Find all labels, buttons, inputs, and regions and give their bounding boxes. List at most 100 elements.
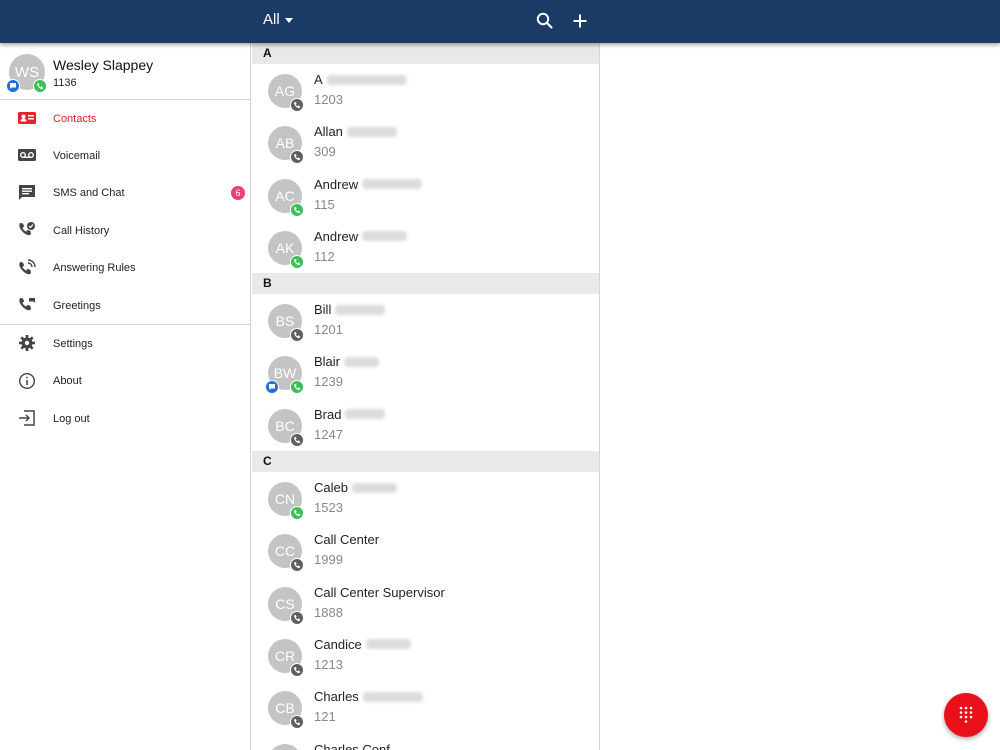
contact-first-name: Bill (314, 302, 332, 318)
redacted-surname (362, 691, 423, 702)
phone-icon (290, 150, 304, 165)
gear-icon (19, 335, 35, 352)
nav-label: Voicemail (53, 150, 101, 163)
contact-first-name: Call Center Supervisor (314, 584, 445, 600)
nav-settings[interactable]: Settings (0, 325, 250, 362)
redacted-surname (362, 231, 408, 242)
contact-name: Blair (314, 354, 380, 370)
contact-first-name: Candice (314, 636, 362, 652)
contact-row[interactable]: BC Brad 1247 (252, 399, 599, 451)
user-name: Wesley Slappey (53, 57, 154, 73)
avatar-initials: AK (275, 239, 295, 256)
sidebar: WS Wesley Slappey 1136 Contacts Voicemai… (0, 43, 251, 750)
contact-row[interactable]: AB Allan 309 (252, 116, 599, 168)
phone-icon (290, 506, 304, 521)
dialpad-button[interactable] (944, 693, 988, 737)
contact-list[interactable]: A AG A 1203 AB Allan 309 AC Andrew 115 AK Andrew 112… (252, 43, 600, 750)
nav-label: About (53, 375, 82, 388)
nav-log-out[interactable]: Log out (0, 400, 250, 437)
section-header: B (252, 273, 599, 295)
message-icon (19, 184, 35, 200)
chat-icon (6, 79, 20, 93)
filter-dropdown[interactable]: All (263, 11, 293, 28)
contact-row[interactable]: CR Candice 1213 (252, 629, 599, 681)
nav-label: Contacts (53, 112, 97, 125)
unread-count-badge: 6 (231, 186, 245, 201)
section-header: A (252, 43, 599, 64)
nav-voicemail[interactable]: Voicemail (0, 137, 250, 174)
phone-icon (290, 380, 304, 395)
avatar-initials: CC (274, 543, 296, 560)
user-extension: 1136 (53, 77, 77, 89)
contact-row[interactable]: AG A 1203 (252, 64, 599, 116)
contact-first-name: Allan (314, 124, 343, 140)
phone-icon (290, 558, 304, 573)
contact-row[interactable]: CB Charles 121 (252, 681, 599, 733)
avatar (268, 743, 302, 750)
nav-label: SMS and Chat (53, 187, 125, 200)
avatar-initials: AG (274, 83, 296, 99)
nav-greetings[interactable]: Greetings (0, 287, 250, 324)
redacted-surname (335, 304, 386, 315)
contact-first-name: A (314, 72, 323, 87)
phone-icon (290, 715, 304, 730)
contact-name: Brad (314, 406, 386, 422)
avatar-initials: BW (273, 365, 297, 382)
phone-icon (290, 432, 304, 447)
contact-row[interactable]: AC Andrew 115 (252, 169, 599, 221)
contact-first-name: Andrew (314, 176, 359, 192)
contact-extension: 1247 (314, 426, 343, 442)
contact-first-name: Call Center (314, 532, 380, 548)
top-app-bar: All (0, 0, 1000, 43)
avatar-initials: CS (275, 595, 295, 612)
contact-row[interactable]: CN Caleb 1523 (252, 472, 599, 524)
contact-name: Allan (314, 124, 397, 139)
contact-first-name: Brad (314, 406, 342, 422)
dialpad-icon (959, 706, 973, 723)
redacted-surname (365, 639, 411, 650)
nav-call-history[interactable]: Call History (0, 212, 250, 249)
contact-row[interactable]: CS Call Center Supervisor 1888 (252, 577, 599, 629)
contact-first-name: Blair (314, 354, 341, 370)
contact-row[interactable]: Charles Conf (252, 734, 599, 750)
avatar-initials: AB (275, 135, 295, 152)
redacted-surname (346, 126, 397, 137)
nav-answering-rules[interactable]: Answering Rules (0, 250, 250, 287)
contact-name: A (314, 72, 407, 87)
contact-name: Caleb (314, 480, 397, 495)
contact-row[interactable]: BS Bill 1201 (252, 294, 599, 346)
contact-row[interactable]: CC Call Center 1999 (252, 524, 599, 576)
nav-about[interactable]: About (0, 363, 250, 400)
plus-icon[interactable] (570, 11, 590, 31)
info-icon (18, 372, 36, 389)
contacts-icon (18, 112, 36, 124)
contact-extension: 1239 (314, 374, 343, 390)
contact-extension: 121 (314, 709, 336, 725)
contact-row[interactable]: BW Blair 1239 (252, 346, 599, 398)
nav-sms-and-chat[interactable]: SMS and Chat 6 (0, 175, 250, 212)
contact-row[interactable]: AK Andrew 112 (252, 221, 599, 273)
contact-first-name: Charles Conf (314, 741, 390, 750)
nav-contacts[interactable]: Contacts (0, 100, 250, 137)
redacted-surname (351, 482, 397, 493)
phone-icon (33, 79, 47, 93)
contact-name: Andrew (314, 176, 423, 192)
nav-label: Call History (53, 224, 110, 237)
section-header: C (252, 451, 599, 473)
phone-icon (290, 662, 304, 677)
user-profile[interactable]: WS Wesley Slappey 1136 (0, 43, 250, 100)
contact-name: Call Center Supervisor (314, 585, 445, 600)
chat-icon (265, 380, 279, 395)
contact-name: Charles Conf (314, 742, 390, 750)
contact-extension: 1999 (314, 552, 343, 568)
search-icon[interactable] (535, 11, 555, 31)
contact-first-name: Caleb (314, 480, 348, 496)
avatar-initials: CR (274, 647, 296, 664)
phone-icon (290, 254, 304, 269)
call-history-icon (19, 222, 35, 236)
contact-extension: 112 (314, 248, 335, 264)
contact-extension: 1888 (314, 604, 343, 620)
greetings-icon (19, 297, 35, 311)
avatar-initials: BS (275, 313, 295, 330)
contact-name: Charles (314, 689, 423, 704)
